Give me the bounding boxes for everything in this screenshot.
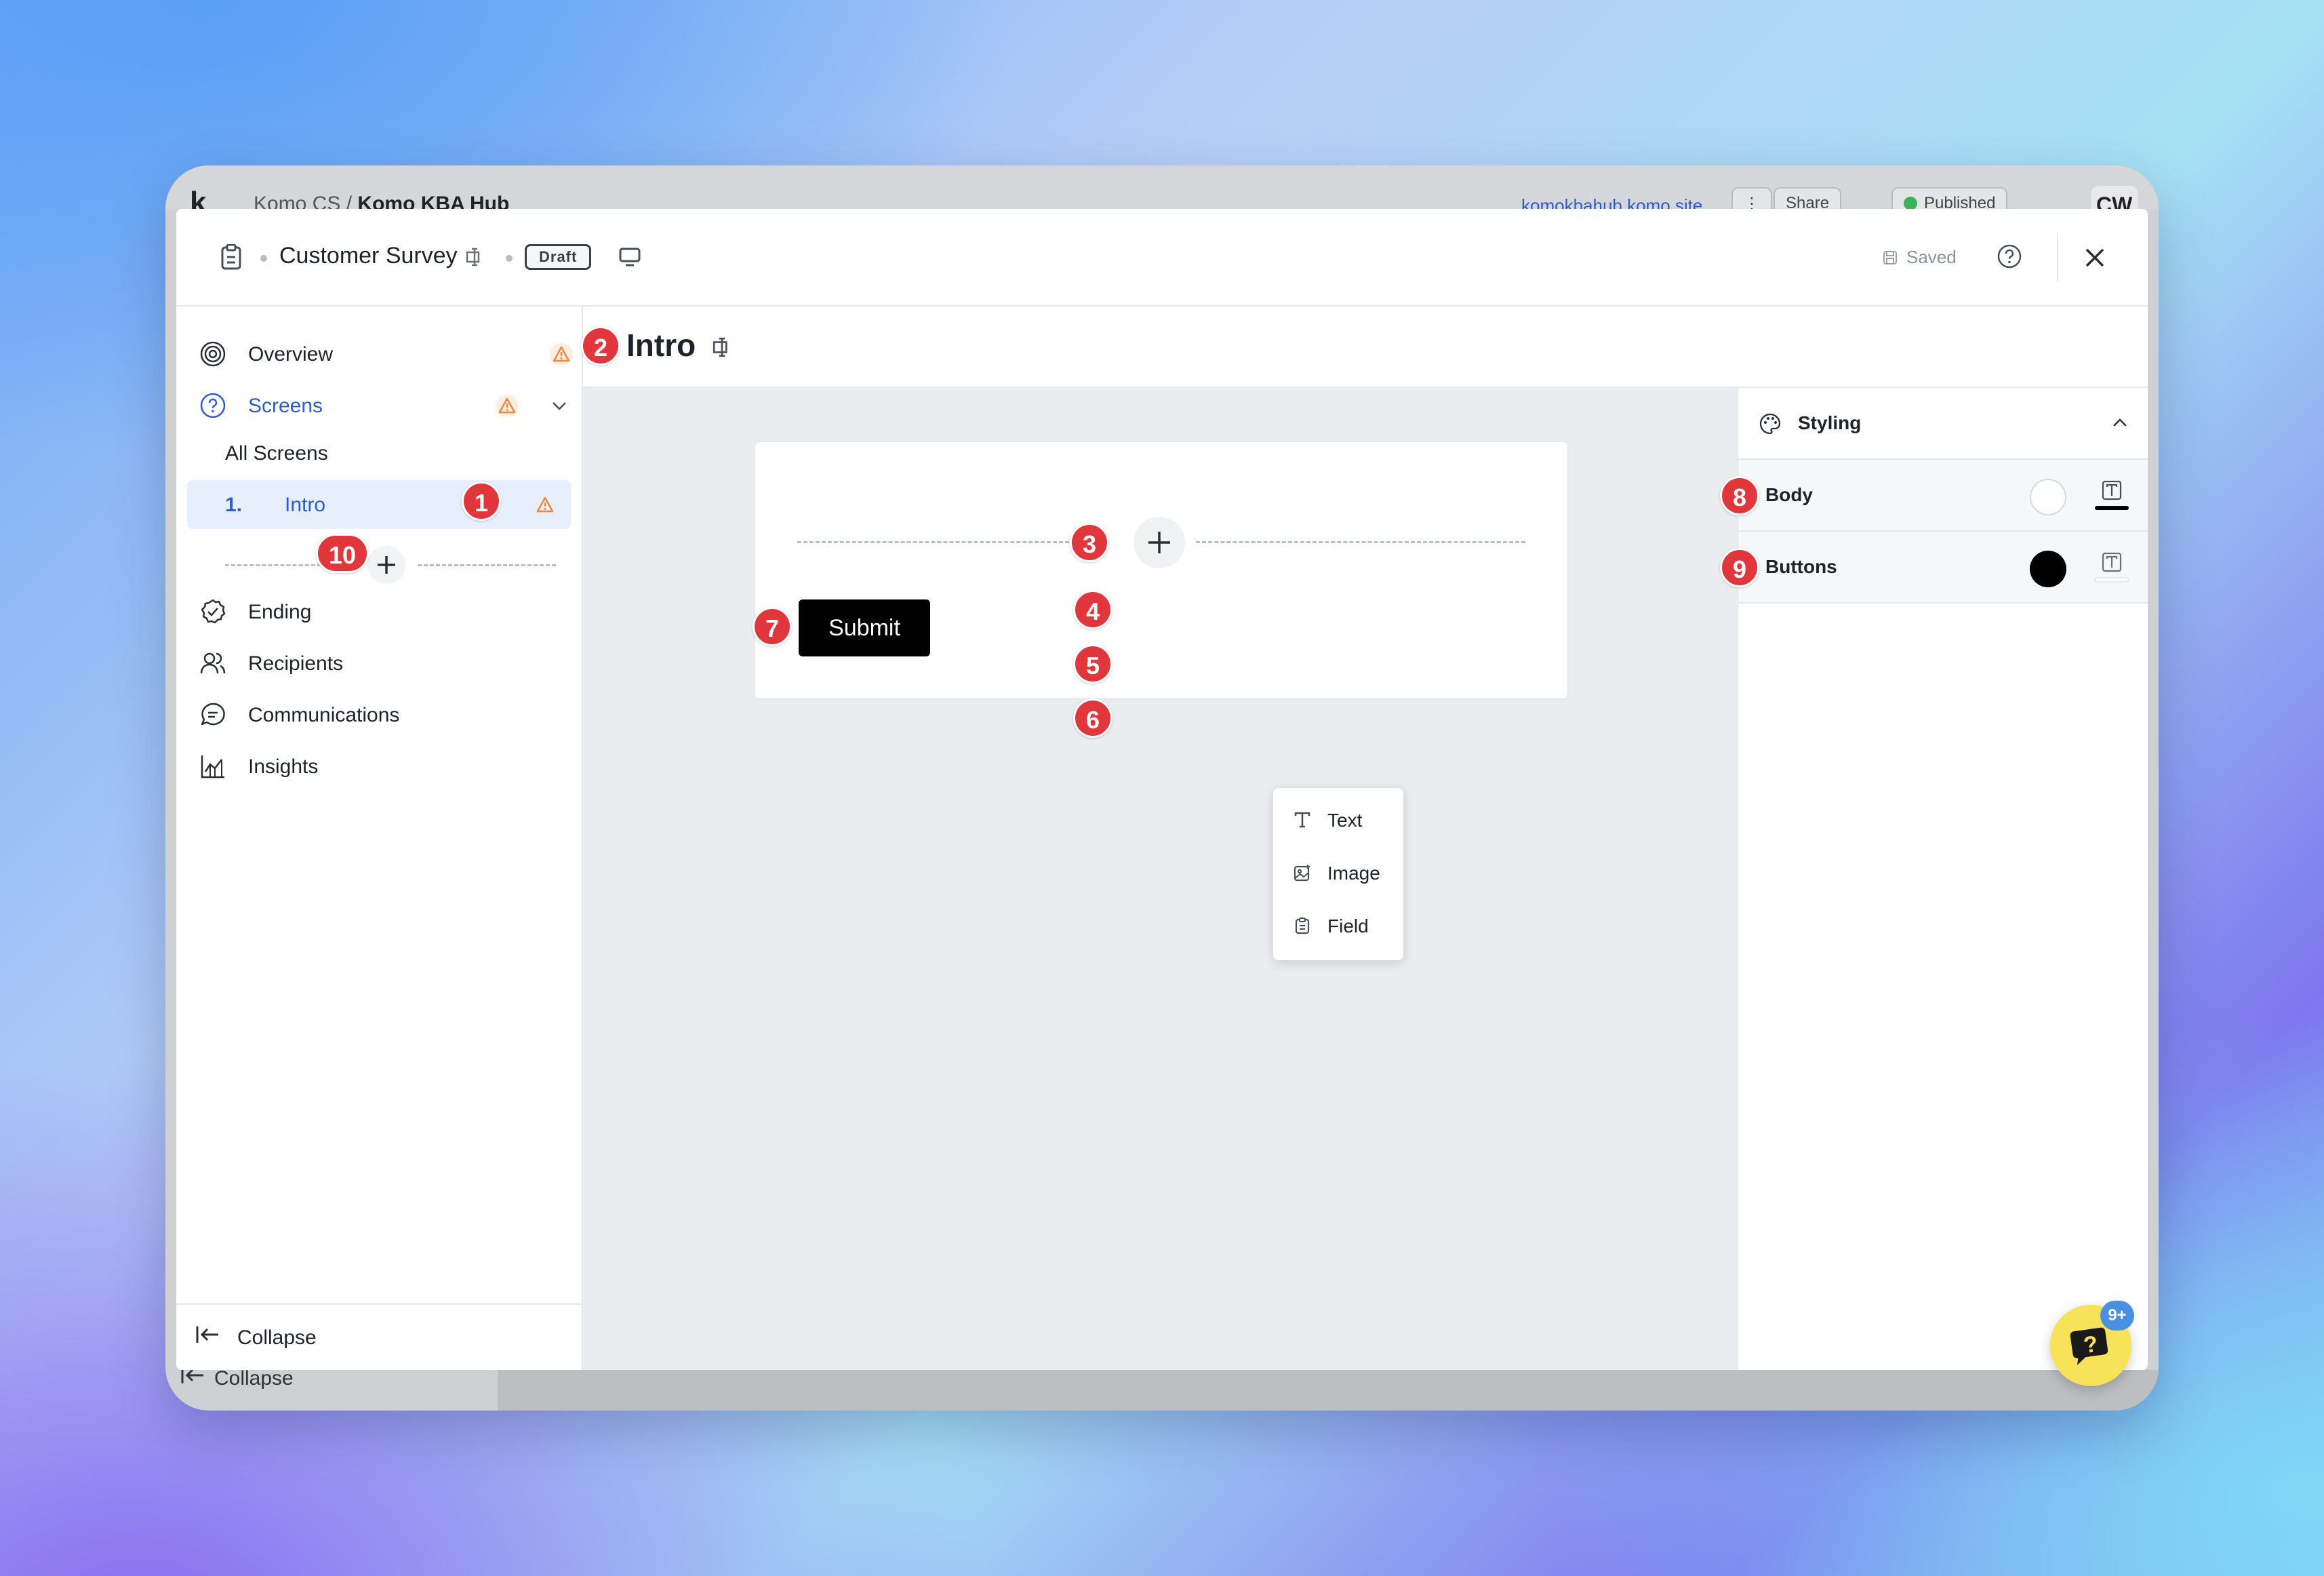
screen-preview-card: Submit <box>755 442 1567 698</box>
question-circle-icon <box>200 393 226 418</box>
collapse-icon <box>196 1326 218 1343</box>
callout-10: 10 <box>316 534 369 573</box>
menu-item-image[interactable]: Image <box>1273 849 1403 897</box>
callout-3: 3 <box>1070 523 1109 562</box>
callout-9: 9 <box>1720 548 1759 587</box>
collapse-label: Collapse <box>237 1326 317 1349</box>
sidebar-footer: Collapse <box>176 1303 582 1370</box>
rename-icon[interactable] <box>712 336 734 358</box>
palette-icon <box>1759 413 1781 435</box>
body-color-swatch[interactable] <box>2030 479 2066 515</box>
callout-4: 4 <box>1073 590 1113 629</box>
add-block-button[interactable] <box>1134 517 1185 568</box>
image-icon <box>1294 865 1310 882</box>
divider-dashed <box>225 564 334 566</box>
text-style-icon[interactable] <box>2093 549 2130 586</box>
topbar-divider <box>2057 233 2058 282</box>
callout-2: 2 <box>581 326 620 366</box>
sidebar-item-insights[interactable]: Insights <box>199 746 565 787</box>
clipboard-icon <box>1295 918 1310 934</box>
status-dot-icon <box>1904 197 1917 210</box>
desktop-preview-icon[interactable] <box>618 247 641 267</box>
sidebar-item-label: Overview <box>248 343 334 366</box>
background-header: k Komo CS / Komo KBA Hub komokbahub.komo… <box>165 165 2159 226</box>
text-icon <box>1294 812 1310 828</box>
callout-8: 8 <box>1720 476 1759 515</box>
warning-icon <box>496 395 519 416</box>
notification-badge: 9+ <box>2100 1301 2134 1331</box>
screen-number: 1. <box>225 494 243 516</box>
target-icon <box>200 341 226 367</box>
separator-dot <box>506 255 513 262</box>
sidebar-item-recipients[interactable]: Recipients <box>199 643 565 684</box>
clipboard-icon <box>221 244 241 270</box>
save-icon <box>1883 251 1897 264</box>
sidebar-item-communications[interactable]: Communications <box>199 694 565 735</box>
menu-item-field[interactable]: Field <box>1273 902 1403 949</box>
chevron-up-icon[interactable] <box>2111 416 2129 430</box>
editor-topbar: Customer Survey Draft Saved <box>176 209 2148 307</box>
plus-icon <box>378 556 395 574</box>
menu-item-label: Field <box>1327 915 1369 937</box>
collapse-button[interactable]: Collapse <box>195 1325 317 1350</box>
divider-dashed <box>797 541 1075 543</box>
add-block-menu: Text Image Field <box>1273 788 1403 960</box>
chat-icon <box>201 703 225 726</box>
sidebar-item-screens[interactable]: Screens <box>199 385 568 426</box>
page-title: Intro <box>626 328 696 363</box>
editor-canvas: Submit Text Image Field <box>583 388 1737 1370</box>
survey-editor-modal: Customer Survey Draft Saved Overview Scr… <box>176 209 2148 1370</box>
all-screens-link[interactable]: All Screens <box>225 442 328 465</box>
sidebar-item-label: Communications <box>248 704 400 726</box>
sidebar-item-overview[interactable]: Overview <box>199 334 573 374</box>
close-icon[interactable] <box>2081 244 2108 271</box>
warning-icon <box>536 496 554 513</box>
callout-6: 6 <box>1073 698 1113 738</box>
callout-7: 7 <box>753 607 792 646</box>
style-row-buttons[interactable]: Buttons <box>1738 532 2148 604</box>
style-row-label: Buttons <box>1765 556 1837 577</box>
styling-panel-title: Styling <box>1798 412 1862 433</box>
sidebar-item-ending[interactable]: Ending <box>199 591 565 632</box>
users-icon <box>200 652 226 674</box>
sidebar-item-label: Recipients <box>248 652 344 675</box>
editor-sidebar: Overview Screens All Screens 1. Intro En… <box>176 307 583 1370</box>
add-screen-button[interactable] <box>367 546 405 584</box>
warning-icon <box>550 343 573 365</box>
screen-item-intro[interactable]: 1. Intro <box>187 480 571 529</box>
screen-header: Intro <box>583 307 2148 388</box>
callout-5: 5 <box>1073 644 1113 684</box>
add-screen-row <box>225 546 556 584</box>
survey-title[interactable]: Customer Survey <box>279 243 458 269</box>
sidebar-item-label: Screens <box>248 395 323 417</box>
check-circle-icon <box>201 599 226 624</box>
menu-item-label: Image <box>1327 863 1380 884</box>
rename-icon[interactable] <box>465 247 485 267</box>
buttons-color-swatch[interactable] <box>2030 551 2066 587</box>
style-row-label: Body <box>1765 484 1813 505</box>
text-style-icon[interactable] <box>2093 477 2130 514</box>
menu-item-label: Text <box>1327 810 1363 831</box>
background-collapse-label: Collapse <box>214 1367 294 1390</box>
save-status: Saved <box>1882 247 1957 268</box>
menu-item-text[interactable]: Text <box>1273 796 1403 844</box>
status-badge: Draft <box>525 244 592 270</box>
styling-panel-header[interactable]: Styling <box>1738 388 2148 460</box>
separator-dot <box>260 255 267 262</box>
plus-icon <box>1148 532 1170 553</box>
sidebar-item-label: Ending <box>248 601 312 623</box>
callout-1: 1 <box>462 481 501 521</box>
submit-button[interactable]: Submit <box>799 599 930 656</box>
help-icon[interactable] <box>1996 243 2023 270</box>
sidebar-item-label: Insights <box>248 755 319 778</box>
chart-icon <box>201 755 224 779</box>
style-row-body[interactable]: Body <box>1738 460 2148 532</box>
saved-label: Saved <box>1906 247 1957 267</box>
divider-dashed <box>418 564 556 566</box>
chevron-down-icon[interactable] <box>550 399 568 412</box>
background-canvas <box>498 1370 2159 1411</box>
screen-label: Intro <box>285 494 326 516</box>
divider-dashed <box>1196 541 1525 543</box>
styling-panel: Styling Body Buttons <box>1737 388 2148 1370</box>
